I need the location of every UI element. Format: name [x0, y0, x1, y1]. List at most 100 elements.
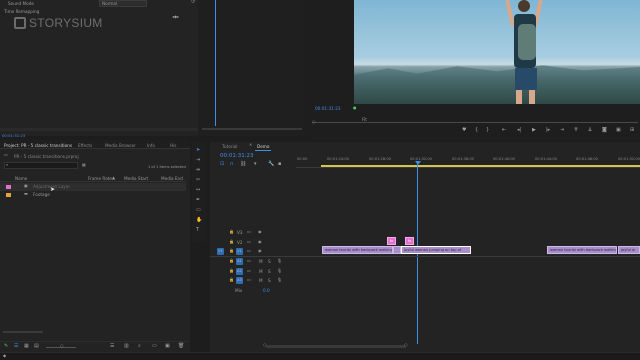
timeline-timecode[interactable]: 00:01:31:23: [220, 153, 254, 160]
slip-tool-icon[interactable]: ↔: [196, 188, 200, 193]
program-scrub-bar[interactable]: [312, 122, 638, 123]
track-select-tool-icon[interactable]: ⇥: [196, 158, 200, 163]
col-media-start[interactable]: Media Start: [124, 176, 148, 181]
icon-view-icon[interactable]: ▦: [24, 344, 29, 349]
clear-icon[interactable]: 🗑: [178, 344, 184, 349]
sync-lock-icon[interactable]: ▭: [247, 230, 251, 234]
list-item[interactable]: ▣ Adjustment Layer: [0, 183, 186, 191]
sort-arrow-icon[interactable]: ▲: [112, 176, 115, 180]
video-clip[interactable]: woman tourist with backpack walking: [547, 246, 617, 254]
go-to-in-icon[interactable]: ⇤: [502, 128, 506, 133]
sync-lock-icon[interactable]: ▭: [247, 259, 251, 263]
sync-lock-icon[interactable]: ▭: [247, 240, 251, 244]
tab-history[interactable]: His: [170, 143, 177, 148]
lift-icon[interactable]: ⇈: [574, 128, 578, 133]
automate-icon[interactable]: ▥: [124, 344, 129, 349]
wrench-icon[interactable]: 🔧: [268, 162, 274, 167]
lock-icon[interactable]: 🔒: [229, 240, 234, 244]
new-bin-from-search-icon[interactable]: ▦: [82, 163, 86, 167]
microphone-icon[interactable]: 🎙: [277, 269, 282, 273]
lock-icon[interactable]: 🔒: [229, 259, 234, 263]
col-media-end[interactable]: Media End: [161, 176, 183, 181]
label-color-swatch[interactable]: [6, 193, 11, 197]
tab-tutorial[interactable]: Tutorial: [222, 144, 237, 149]
track-target-a1[interactable]: A1: [236, 258, 243, 265]
step-back-icon[interactable]: ◂|: [517, 128, 521, 133]
col-frame-rate[interactable]: Frame Rate: [88, 176, 112, 181]
nest-icon[interactable]: ⊡: [220, 162, 224, 167]
linked-selection-icon[interactable]: ⛓: [240, 162, 246, 167]
freeform-view-icon[interactable]: ▤: [34, 344, 39, 349]
track-target-a2[interactable]: A2: [236, 268, 243, 275]
ripple-edit-tool-icon[interactable]: ⇹: [196, 168, 200, 173]
pen-tool-icon[interactable]: ✒: [196, 198, 200, 203]
timeline-h-scrollbar[interactable]: [266, 345, 406, 348]
settings-icon[interactable]: ⊞: [630, 128, 634, 133]
selection-tool-icon[interactable]: ➤: [196, 148, 200, 153]
ec-playhead[interactable]: [215, 0, 216, 126]
playhead-handle-icon[interactable]: ○: [312, 120, 316, 124]
find-icon[interactable]: ⌕: [138, 344, 141, 349]
time-ruler[interactable]: 00:00 00:01:24:00 00:01:28:00 00:01:32:0…: [296, 154, 640, 168]
mark-out-icon[interactable]: }: [486, 128, 489, 133]
track-target-v1[interactable]: V1: [236, 248, 243, 255]
program-timecode[interactable]: 00:01:31:23: [315, 106, 341, 111]
sort-icons-icon[interactable]: ☰: [110, 344, 114, 349]
sound-mode-dropdown[interactable]: Normal: [99, 0, 147, 7]
video-clip-selected[interactable]: joyful woman jumping on top of: [401, 246, 471, 254]
mark-in-icon[interactable]: {: [475, 128, 478, 133]
lock-icon[interactable]: 🔒: [229, 230, 234, 234]
lock-icon[interactable]: 🔒: [229, 249, 234, 253]
col-name[interactable]: Name: [15, 176, 27, 181]
snap-icon[interactable]: ∩: [230, 162, 234, 167]
add-marker-icon[interactable]: ♥: [462, 128, 466, 133]
mute-button[interactable]: M: [259, 278, 263, 283]
add-marker-icon[interactable]: ▾: [254, 162, 257, 167]
playhead-marker-icon[interactable]: [415, 161, 421, 165]
export-frame-icon[interactable]: ◙: [602, 128, 607, 133]
effect-controls-scroll[interactable]: [0, 128, 198, 131]
solo-button[interactable]: S: [268, 259, 271, 264]
mix-value[interactable]: 0.0: [263, 288, 270, 293]
hand-tool-icon[interactable]: ✋: [196, 218, 202, 223]
scroll-handle-icon[interactable]: ○: [263, 343, 267, 347]
marker-icon[interactable]: ●: [353, 106, 357, 110]
write-icon[interactable]: ✎: [4, 344, 8, 349]
microphone-icon[interactable]: 🎙: [277, 278, 282, 282]
comparison-view-icon[interactable]: ▣: [616, 128, 621, 133]
tab-project[interactable]: Project: PR - 5 classic transitions: [4, 143, 72, 148]
sync-lock-icon[interactable]: ▭: [247, 269, 251, 273]
rectangle-tool-icon[interactable]: ▭: [196, 208, 201, 213]
tab-demo[interactable]: Demo: [257, 144, 269, 149]
solo-button[interactable]: S: [268, 278, 271, 283]
project-search-input[interactable]: ⌕: [4, 162, 78, 169]
eye-icon[interactable]: ◉: [258, 240, 262, 244]
razor-tool-icon[interactable]: ✂: [196, 178, 200, 183]
project-scrollbar[interactable]: [3, 331, 43, 333]
ec-scrollbar[interactable]: [202, 128, 302, 130]
work-area-bar[interactable]: [321, 165, 640, 167]
list-item[interactable]: ▬ Footage: [0, 191, 186, 199]
source-patch-v1[interactable]: V1: [217, 248, 224, 255]
track-target-a3[interactable]: A3: [236, 277, 243, 284]
solo-button[interactable]: S: [268, 269, 271, 274]
new-item-icon[interactable]: ▣: [165, 344, 170, 349]
step-forward-icon[interactable]: |▸: [546, 128, 550, 133]
adjustment-clip[interactable]: fx: [405, 237, 414, 245]
reset-icon[interactable]: ↺: [191, 0, 195, 5]
tab-info[interactable]: Info: [147, 143, 155, 148]
play-icon[interactable]: ▶: [532, 128, 536, 133]
new-bin-icon[interactable]: ▭: [152, 344, 157, 349]
scroll-handle-icon[interactable]: ○: [404, 343, 408, 347]
sync-lock-icon[interactable]: ▭: [247, 249, 251, 253]
eye-icon[interactable]: ◉: [258, 230, 262, 234]
microphone-icon[interactable]: 🎙: [277, 259, 282, 263]
mute-button[interactable]: M: [259, 269, 263, 274]
video-clip[interactable]: woman tourist with backpack walking: [322, 246, 393, 254]
close-icon[interactable]: ×: [249, 143, 252, 147]
keyframe-nav-icon[interactable]: ◂◆▸: [172, 15, 179, 19]
tab-effects[interactable]: Effects: [78, 143, 92, 148]
list-view-icon[interactable]: ☰: [14, 344, 18, 349]
tab-media-browser[interactable]: Media Browser: [105, 143, 136, 148]
playhead-line[interactable]: [417, 164, 418, 344]
